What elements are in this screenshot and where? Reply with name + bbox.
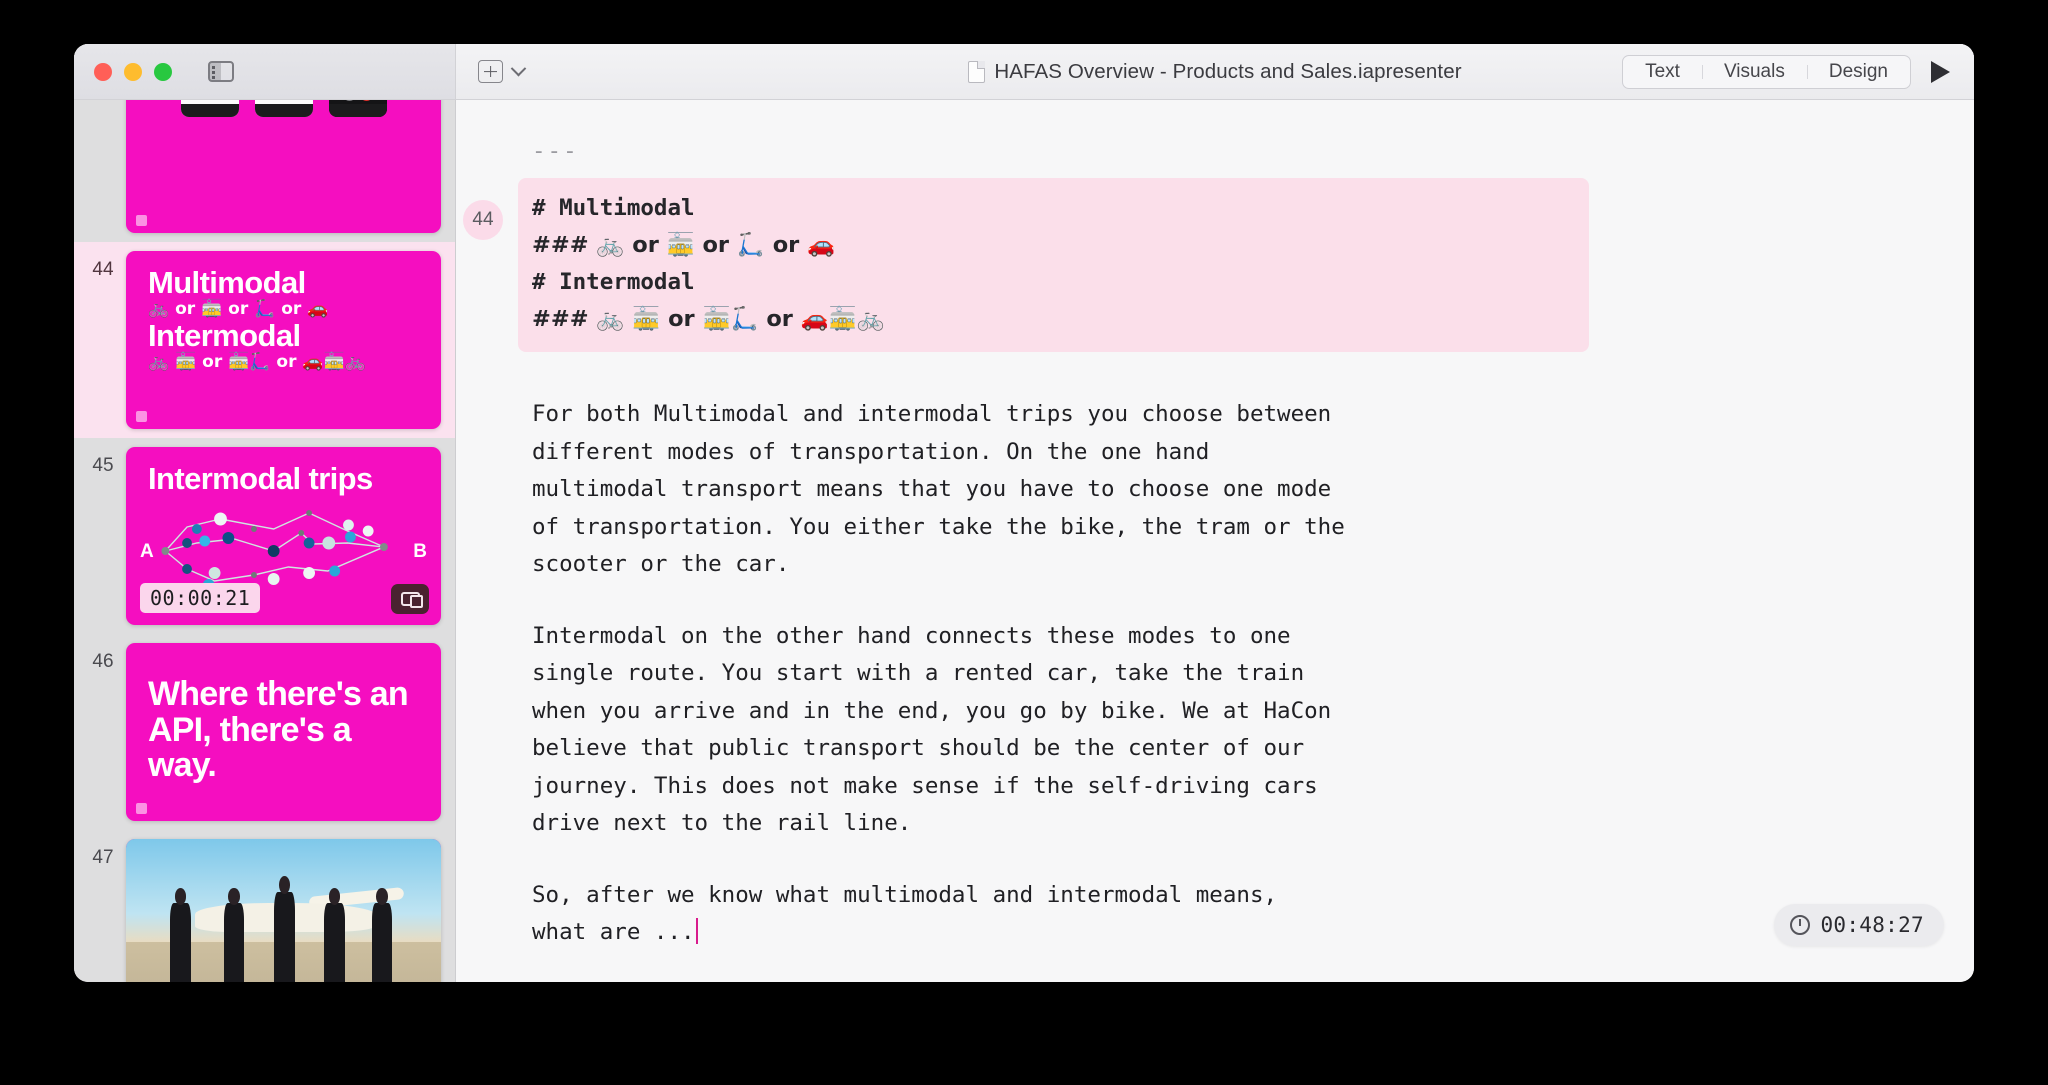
- markdown-line-multimodal-icons: ### 🚲 or 🚋 or 🛴 or 🚗: [532, 232, 836, 258]
- slide-thumbnail-content: Where there's an API, there's a way.: [126, 643, 441, 821]
- traffic-lights: [94, 62, 172, 81]
- slide-number: 47: [92, 847, 114, 868]
- phone-mockup: [180, 100, 239, 117]
- slide-number: 46: [92, 651, 114, 672]
- sidebar-toggle-dot: [212, 71, 215, 74]
- sidebar-toggle-dot: [212, 66, 215, 69]
- minimize-button[interactable]: [124, 62, 142, 81]
- add-slide-icon[interactable]: [478, 60, 503, 83]
- gutter-slide-number-text: 44: [463, 200, 503, 240]
- slide-list: 44 Multimodal 🚲 or 🚋 or 🛴 or 🚗 Intermoda…: [74, 100, 455, 982]
- slide-separator-top: ---: [532, 138, 579, 164]
- close-button[interactable]: [94, 62, 112, 81]
- phone-end-call-button: [359, 100, 373, 101]
- slide-thumbnail-intermodal-trips[interactable]: Intermodal trips A B 00:00:21: [126, 447, 441, 625]
- person: [223, 888, 245, 982]
- slide-timer-chip: 00:00:21: [140, 583, 261, 613]
- slide-separator-mid: ---: [532, 970, 1974, 983]
- paragraph-transition-text: So, after we know what multimodal and in…: [532, 881, 1278, 946]
- zoom-button[interactable]: [154, 62, 172, 81]
- slide-markdown-block[interactable]: # Multimodal ### 🚲 or 🚋 or 🛴 or 🚗 # Inte…: [518, 178, 1589, 352]
- phone-button: [342, 100, 356, 101]
- tab-text[interactable]: Text: [1623, 56, 1702, 88]
- paragraph-multimodal[interactable]: For both Multimodal and intermodal trips…: [532, 396, 1574, 584]
- gutter-slide-number[interactable]: 44: [456, 200, 510, 240]
- titlebar-left-region: [74, 44, 456, 99]
- tab-design[interactable]: Design: [1806, 56, 1910, 88]
- titlebar-controls: Text Visuals Design: [1622, 54, 1950, 89]
- phone-mockup-dark: [328, 100, 387, 117]
- elapsed-time-text: 00:48:27: [1820, 913, 1924, 937]
- thumb-headline: Where there's an API, there's a way.: [148, 675, 409, 785]
- editor-scroll-area: --- 44 # Multimodal ### 🚲 or 🚋 or 🛴 or 🚗…: [456, 100, 1974, 982]
- markdown-line-heading-intermodal: # Intermodal: [532, 269, 695, 295]
- thumb-subtitle: 🚲 or 🚋 or 🛴 or 🚗: [148, 299, 329, 319]
- title-bar: HAFAS Overview - Products and Sales.iapr…: [74, 44, 1974, 100]
- document-icon: [968, 60, 986, 83]
- clock-icon: [1790, 915, 1811, 935]
- slide-badge-icon: [136, 411, 147, 422]
- sidebar-slide-47[interactable]: 47: [74, 830, 455, 982]
- chevron-down-icon[interactable]: [510, 60, 527, 77]
- tab-visuals[interactable]: Visuals: [1701, 56, 1807, 88]
- slide-badge-icon: [136, 803, 147, 814]
- sidebar-slide-44[interactable]: 44 Multimodal 🚲 or 🚋 or 🛴 or 🚗 Intermoda…: [74, 242, 455, 438]
- phone-navbar: [254, 104, 313, 117]
- slide-number: 45: [92, 455, 114, 476]
- slide-thumbnail-multimodal[interactable]: Multimodal 🚲 or 🚋 or 🛴 or 🚗 Intermodal 🚲…: [126, 251, 441, 429]
- person: [170, 888, 191, 982]
- slide-thumbnail-api-quote[interactable]: Where there's an API, there's a way.: [126, 643, 441, 821]
- video-badge-icon: [391, 584, 429, 614]
- slide-thumbnail-phones[interactable]: [126, 100, 441, 233]
- slide-thumbnail-content: Multimodal 🚲 or 🚋 or 🛴 or 🚗 Intermodal 🚲…: [126, 251, 441, 429]
- thumb-subtitle-2: 🚲 🚋 or 🚋🛴 or 🚗🚋🚲: [148, 352, 366, 373]
- phone-mockup: [254, 100, 313, 117]
- graph-node-a-label: A: [140, 541, 154, 562]
- markdown-line-heading-multimodal: # Multimodal: [532, 195, 695, 221]
- graph-node-b-label: B: [413, 541, 427, 562]
- list-item[interactable]: [74, 100, 455, 242]
- phone-navbar: [180, 104, 239, 117]
- text-cursor: [695, 918, 698, 944]
- sidebar-toggle-icon[interactable]: [208, 61, 234, 82]
- paragraph-transition[interactable]: So, after we know what multimodal and in…: [532, 877, 1574, 952]
- window-body: 44 Multimodal 🚲 or 🚋 or 🛴 or 🚗 Intermoda…: [74, 100, 1974, 982]
- sidebar-slide-45[interactable]: 45 Intermodal trips A B 00:00:21: [74, 438, 455, 634]
- sidebar-toggle-dot: [212, 76, 215, 79]
- titlebar-right-region: HAFAS Overview - Products and Sales.iapr…: [456, 44, 1974, 99]
- add-slide-group: [478, 60, 527, 83]
- thumb-title-2: Intermodal: [148, 318, 301, 354]
- sidebar-slide-46[interactable]: 46 Where there's an API, there's a way.: [74, 634, 455, 830]
- slide-navigator-sidebar[interactable]: 44 Multimodal 🚲 or 🚋 or 🛴 or 🚗 Intermoda…: [74, 100, 456, 982]
- slide-number: 44: [92, 259, 114, 280]
- view-mode-segmented-control[interactable]: Text Visuals Design: [1622, 54, 1911, 89]
- status-badge[interactable]: 00:48:27: [1774, 904, 1944, 946]
- person: [274, 875, 295, 982]
- phone-navbar: [328, 104, 387, 117]
- person: [371, 888, 393, 982]
- slide-thumbnail-photo[interactable]: [126, 839, 441, 982]
- screen-icon: [400, 592, 423, 608]
- play-presentation-icon[interactable]: [1931, 60, 1950, 83]
- slide-badge-icon: [136, 215, 147, 226]
- app-window: HAFAS Overview - Products and Sales.iapr…: [74, 44, 1974, 982]
- thumb-title: Intermodal trips: [148, 461, 373, 496]
- band-airplane-photo: [126, 839, 441, 982]
- phone-mockups: [126, 100, 441, 233]
- document-title-text: HAFAS Overview - Products and Sales.iapr…: [994, 59, 1462, 83]
- person: [324, 888, 345, 982]
- markdown-line-intermodal-icons: ### 🚲 🚋 or 🚋🛴 or 🚗🚋🚲: [532, 306, 885, 332]
- thumb-title: Multimodal: [148, 265, 306, 300]
- markdown-editor[interactable]: --- 44 # Multimodal ### 🚲 or 🚋 or 🛴 or 🚗…: [456, 100, 1974, 982]
- editor-block-44: 44 # Multimodal ### 🚲 or 🚋 or 🛴 or 🚗 # I…: [456, 178, 1974, 352]
- paragraph-intermodal[interactable]: Intermodal on the other hand connects th…: [532, 618, 1574, 843]
